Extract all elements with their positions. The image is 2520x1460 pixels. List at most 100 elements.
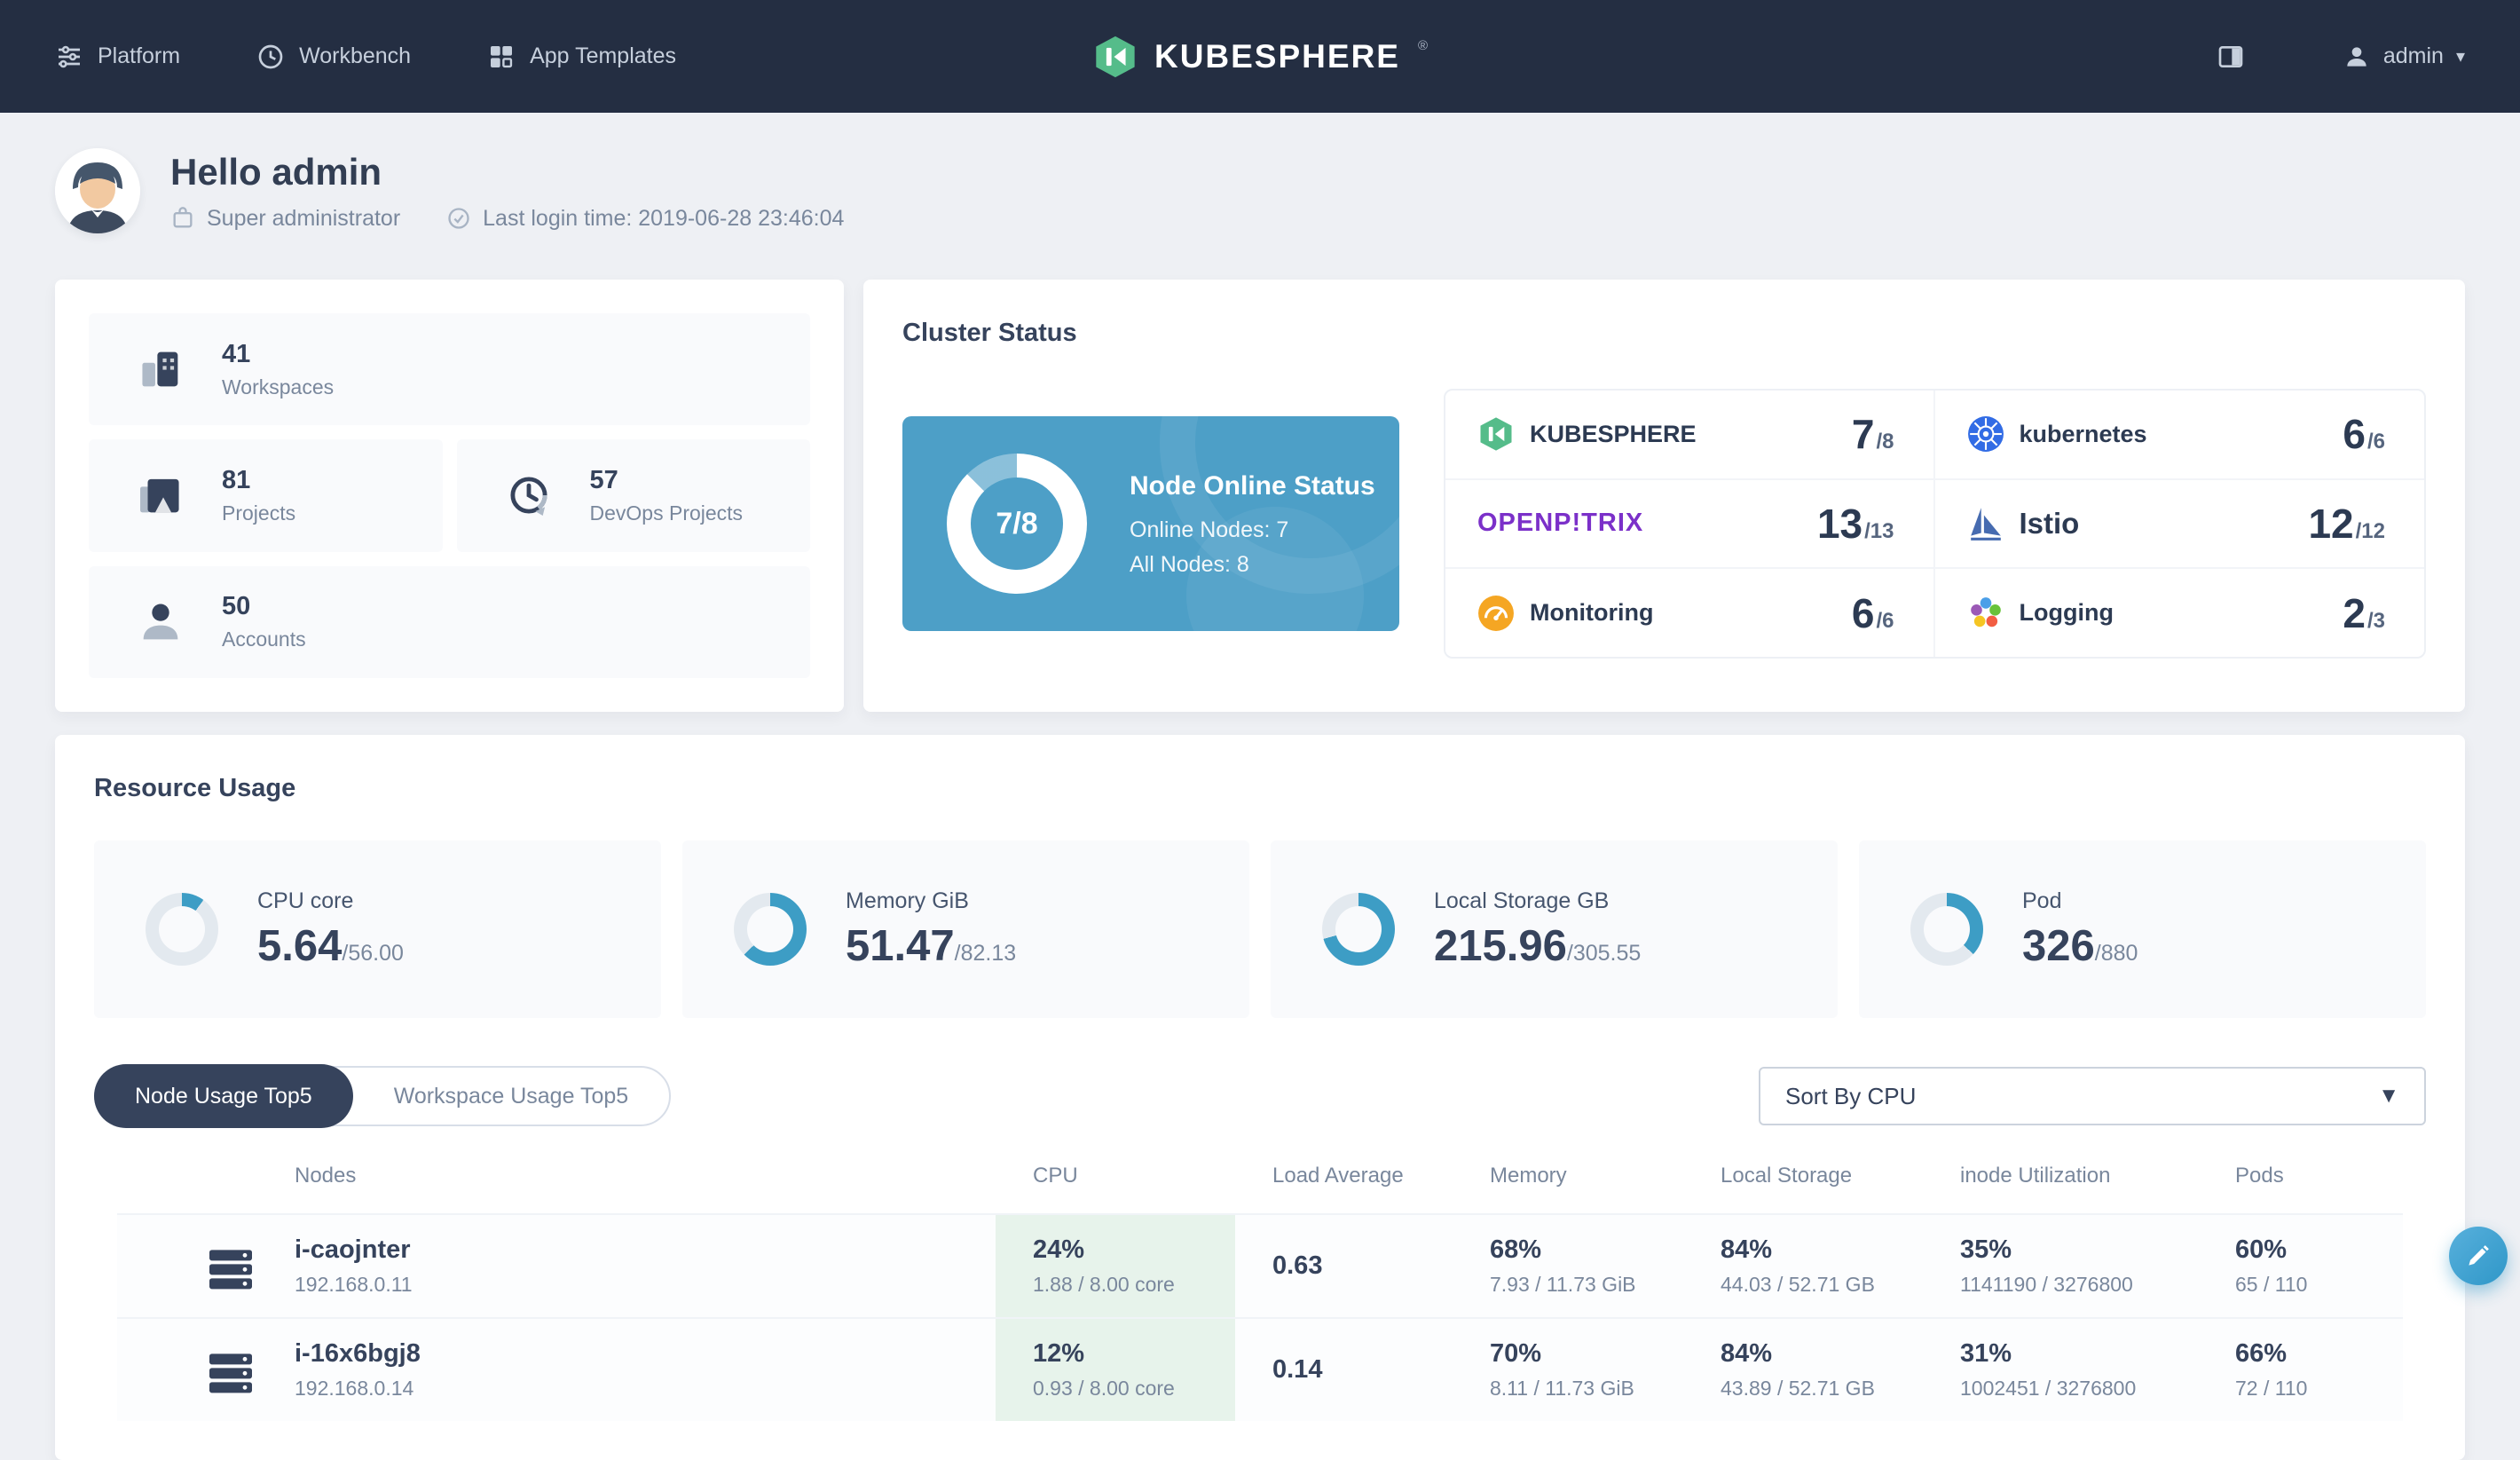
component-count: 6 — [1852, 589, 1875, 637]
stat-projects[interactable]: 81 Projects — [89, 439, 443, 551]
resource-usage-title: Resource Usage — [94, 774, 2426, 803]
tab-workspace-usage-top5[interactable]: Workspace Usage Top5 — [353, 1066, 670, 1126]
gauge-total: /880 — [2095, 941, 2138, 967]
inode-cell: 35% 1141190 / 3276800 — [1923, 1215, 2198, 1317]
col-header-nodes: Nodes — [295, 1164, 996, 1188]
resource-usage-card: Resource Usage CPU core 5.64 /56.00 Memo… — [55, 735, 2465, 1460]
storage-percent: 84% — [1721, 1339, 1923, 1369]
storage-detail: 43.89 / 52.71 GB — [1721, 1377, 1923, 1401]
stat-text: 50 Accounts — [222, 592, 306, 651]
cpu-cell: 24% 1.88 / 8.00 core — [996, 1215, 1235, 1317]
col-header-local-storage: Local Storage — [1683, 1164, 1923, 1188]
cluster-switch-icon[interactable] — [2217, 43, 2245, 71]
hello-text: Hello admin Super administrator Last log… — [170, 151, 844, 232]
logo-registered-mark: ® — [1418, 38, 1428, 53]
logging-icon — [1967, 595, 2004, 632]
node-online-title: Node Online Status — [1130, 470, 1375, 503]
node-online-fraction: 7/8 — [947, 454, 1087, 594]
component-name: Istio — [2020, 507, 2080, 541]
component-total: /8 — [1876, 430, 1894, 454]
component-count: 6 — [2343, 410, 2366, 458]
node-name[interactable]: i-16x6bgj8 — [295, 1339, 996, 1369]
component-total: /3 — [2367, 609, 2385, 634]
check-circle-icon — [446, 206, 471, 231]
user-menu[interactable]: admin ▾ — [2343, 43, 2465, 71]
inode-cell: 31% 1002451 / 3276800 — [1923, 1319, 2198, 1421]
stat-label: Accounts — [222, 627, 306, 651]
memory-detail: 8.11 / 11.73 GiB — [1490, 1377, 1683, 1401]
component-name: Monitoring — [1530, 599, 1653, 627]
gauge-label: Pod — [2022, 888, 2138, 914]
stat-workspaces[interactable]: 41 Workspaces — [89, 313, 810, 425]
load-average: 0.63 — [1272, 1251, 1453, 1281]
resource-gauges: CPU core 5.64 /56.00 Memory GiB 51.47 /8… — [94, 840, 2426, 1018]
component-total: /6 — [1876, 609, 1894, 634]
storage-detail: 44.03 / 52.71 GB — [1721, 1273, 1923, 1297]
nav-platform[interactable]: Platform — [55, 43, 180, 71]
nav-left: Platform Workbench App Templates — [55, 43, 676, 71]
pods-detail: 72 / 110 — [2235, 1377, 2403, 1401]
role-badge-icon — [170, 206, 195, 231]
stat-devops-projects[interactable]: 57 DevOps Projects — [457, 439, 811, 551]
component-count: 13 — [1817, 500, 1862, 548]
nav-workbench[interactable]: Workbench — [256, 43, 411, 71]
node-icon-cell — [117, 1215, 295, 1317]
load-average: 0.14 — [1272, 1355, 1453, 1385]
platform-icon — [55, 43, 83, 71]
stat-text: 81 Projects — [222, 466, 295, 525]
sort-by-select[interactable]: Sort By CPU ▼ — [1759, 1067, 2426, 1125]
usage-tabs: Node Usage Top5 Workspace Usage Top5 — [94, 1066, 671, 1126]
col-header-cpu: CPU — [996, 1164, 1235, 1188]
table-header-spacer — [117, 1164, 295, 1188]
component-total: /13 — [1864, 519, 1894, 544]
gauge-value: 5.64 — [257, 921, 342, 971]
gauge-total: /82.13 — [955, 941, 1017, 967]
stat-accounts[interactable]: 50 Accounts — [89, 566, 810, 678]
storage-donut — [1322, 893, 1395, 966]
component-monitoring: Monitoring 6 /6 — [1445, 569, 1935, 657]
inode-percent: 31% — [1960, 1339, 2198, 1369]
nav-right: admin ▾ — [2217, 43, 2465, 71]
pods-cell: 60% 65 / 110 — [2198, 1215, 2403, 1317]
donut-hole — [747, 906, 793, 952]
devops-icon — [503, 470, 555, 521]
top-cards-row: 41 Workspaces 81 Projects — [0, 280, 2520, 712]
chevron-down-icon: ▾ — [2456, 45, 2465, 67]
col-header-memory: Memory — [1453, 1164, 1683, 1188]
memory-percent: 68% — [1490, 1235, 1683, 1265]
workspaces-icon — [135, 343, 186, 395]
storage-percent: 84% — [1721, 1235, 1923, 1265]
top-navbar: Platform Workbench App Templates — [0, 0, 2520, 113]
gauge-value: 215.96 — [1434, 921, 1567, 971]
last-login-item: Last login time: 2019-06-28 23:46:04 — [446, 206, 844, 232]
cpu-donut — [146, 893, 218, 966]
component-count: 12 — [2308, 500, 2353, 548]
table-header-row: Nodes CPU Load Average Memory Local Stor… — [117, 1164, 2403, 1213]
stat-text: 41 Workspaces — [222, 340, 334, 399]
table-row[interactable]: i-16x6bgj8 192.168.0.14 12% 0.93 / 8.00 … — [117, 1317, 2403, 1421]
donut-hole — [1335, 906, 1382, 952]
component-name: kubernetes — [2020, 421, 2147, 448]
stat-label: DevOps Projects — [590, 501, 744, 525]
component-istio: Istio 12 /12 — [1935, 480, 2425, 570]
stat-value: 41 — [222, 340, 334, 369]
table-row[interactable]: i-caojnter 192.168.0.11 24% 1.88 / 8.00 … — [117, 1213, 2403, 1317]
tab-node-usage-top5[interactable]: Node Usage Top5 — [94, 1064, 353, 1128]
kubernetes-icon — [1967, 415, 2004, 453]
nav-app-templates[interactable]: App Templates — [487, 43, 676, 71]
node-online-info: Node Online Status Online Nodes: 7 All N… — [1130, 470, 1375, 578]
gauge-value: 326 — [2022, 921, 2095, 971]
avatar — [55, 148, 140, 233]
last-login-label: Last login time: 2019-06-28 23:46:04 — [483, 206, 844, 232]
memory-cell: 68% 7.93 / 11.73 GiB — [1453, 1215, 1683, 1317]
col-header-inode-utilization: inode Utilization — [1923, 1164, 2198, 1188]
pods-detail: 65 / 110 — [2235, 1273, 2403, 1297]
node-name[interactable]: i-caojnter — [295, 1235, 996, 1265]
cluster-status-title: Cluster Status — [902, 319, 2426, 348]
hello-header: Hello admin Super administrator Last log… — [0, 113, 2520, 233]
inode-percent: 35% — [1960, 1235, 2198, 1265]
monitoring-icon — [1477, 595, 1515, 632]
cpu-percent: 12% — [1033, 1339, 1235, 1369]
gauge-pod: Pod 326 /880 — [1859, 840, 2426, 1018]
edit-fab-button[interactable] — [2449, 1227, 2508, 1285]
